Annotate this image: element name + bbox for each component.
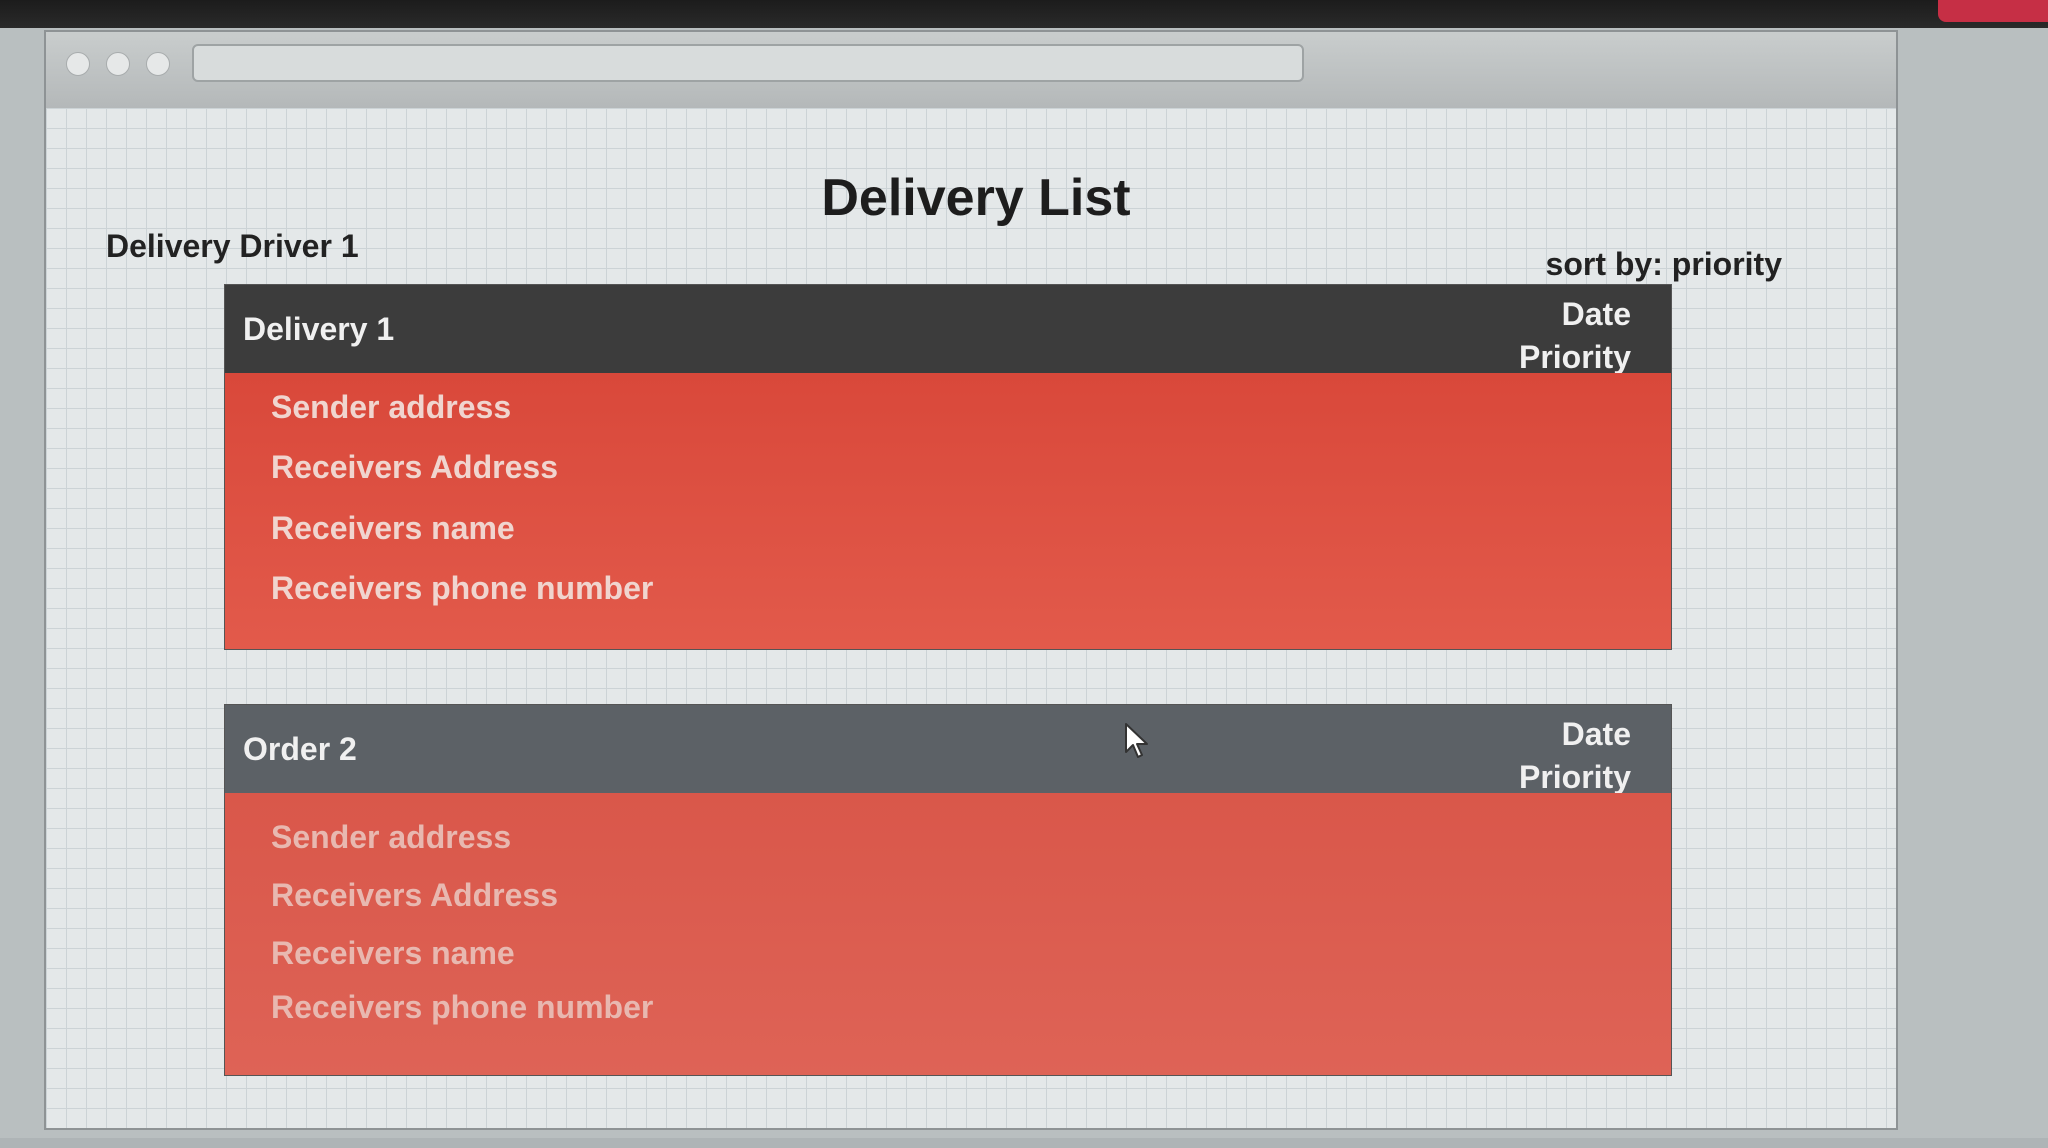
delivery-date-label: Date	[1561, 716, 1631, 752]
window-maximize-dot-icon[interactable]	[146, 52, 170, 76]
window-titlebar	[46, 32, 1896, 109]
sort-control[interactable]: sort by: priority	[1546, 246, 1782, 283]
mouse-cursor-icon	[1125, 723, 1148, 758]
receivers-address-field: Receivers Address	[271, 449, 558, 485]
receivers-phone-field: Receivers phone number	[271, 570, 654, 606]
delivery-date-label: Date	[1561, 296, 1631, 332]
address-bar[interactable]	[192, 44, 1304, 82]
delivery-meta: Date Priority	[1519, 713, 1631, 799]
page-canvas: Delivery List Delivery Driver 1 sort by:…	[46, 108, 1896, 1128]
sender-address-field: Sender address	[271, 389, 512, 425]
window-minimize-dot-icon[interactable]	[106, 52, 130, 76]
browser-window: Delivery List Delivery Driver 1 sort by:…	[44, 30, 1898, 1130]
receivers-name-field: Receivers name	[271, 510, 515, 546]
driver-label: Delivery Driver 1	[106, 228, 359, 264]
screen: Delivery List Delivery Driver 1 sort by:…	[0, 0, 2048, 1148]
window-close-dot-icon[interactable]	[66, 52, 90, 76]
delivery-name: Delivery 1	[243, 311, 395, 347]
delivery-card-body: Sender address Receivers Address Receive…	[225, 793, 1671, 1075]
sender-address-field: Sender address	[271, 819, 512, 855]
receivers-name-field: Receivers name	[271, 935, 515, 971]
corner-save-button[interactable]	[1938, 0, 2048, 22]
delivery-name: Order 2	[243, 731, 357, 767]
delivery-card[interactable]: Delivery 1 Date Priority Sender address …	[224, 284, 1672, 650]
delivery-meta: Date Priority	[1519, 293, 1631, 379]
delivery-card-body: Sender address Receivers Address Receive…	[225, 373, 1671, 649]
page-title: Delivery List	[821, 169, 1131, 227]
receivers-phone-field: Receivers phone number	[271, 989, 654, 1025]
delivery-card[interactable]: Order 2 Date Priority Sender address Rec…	[224, 704, 1672, 1076]
receivers-address-field: Receivers Address	[271, 877, 558, 913]
delivery-card-header: Order 2 Date Priority	[225, 705, 1671, 795]
delivery-card-header: Delivery 1 Date Priority	[225, 285, 1671, 375]
